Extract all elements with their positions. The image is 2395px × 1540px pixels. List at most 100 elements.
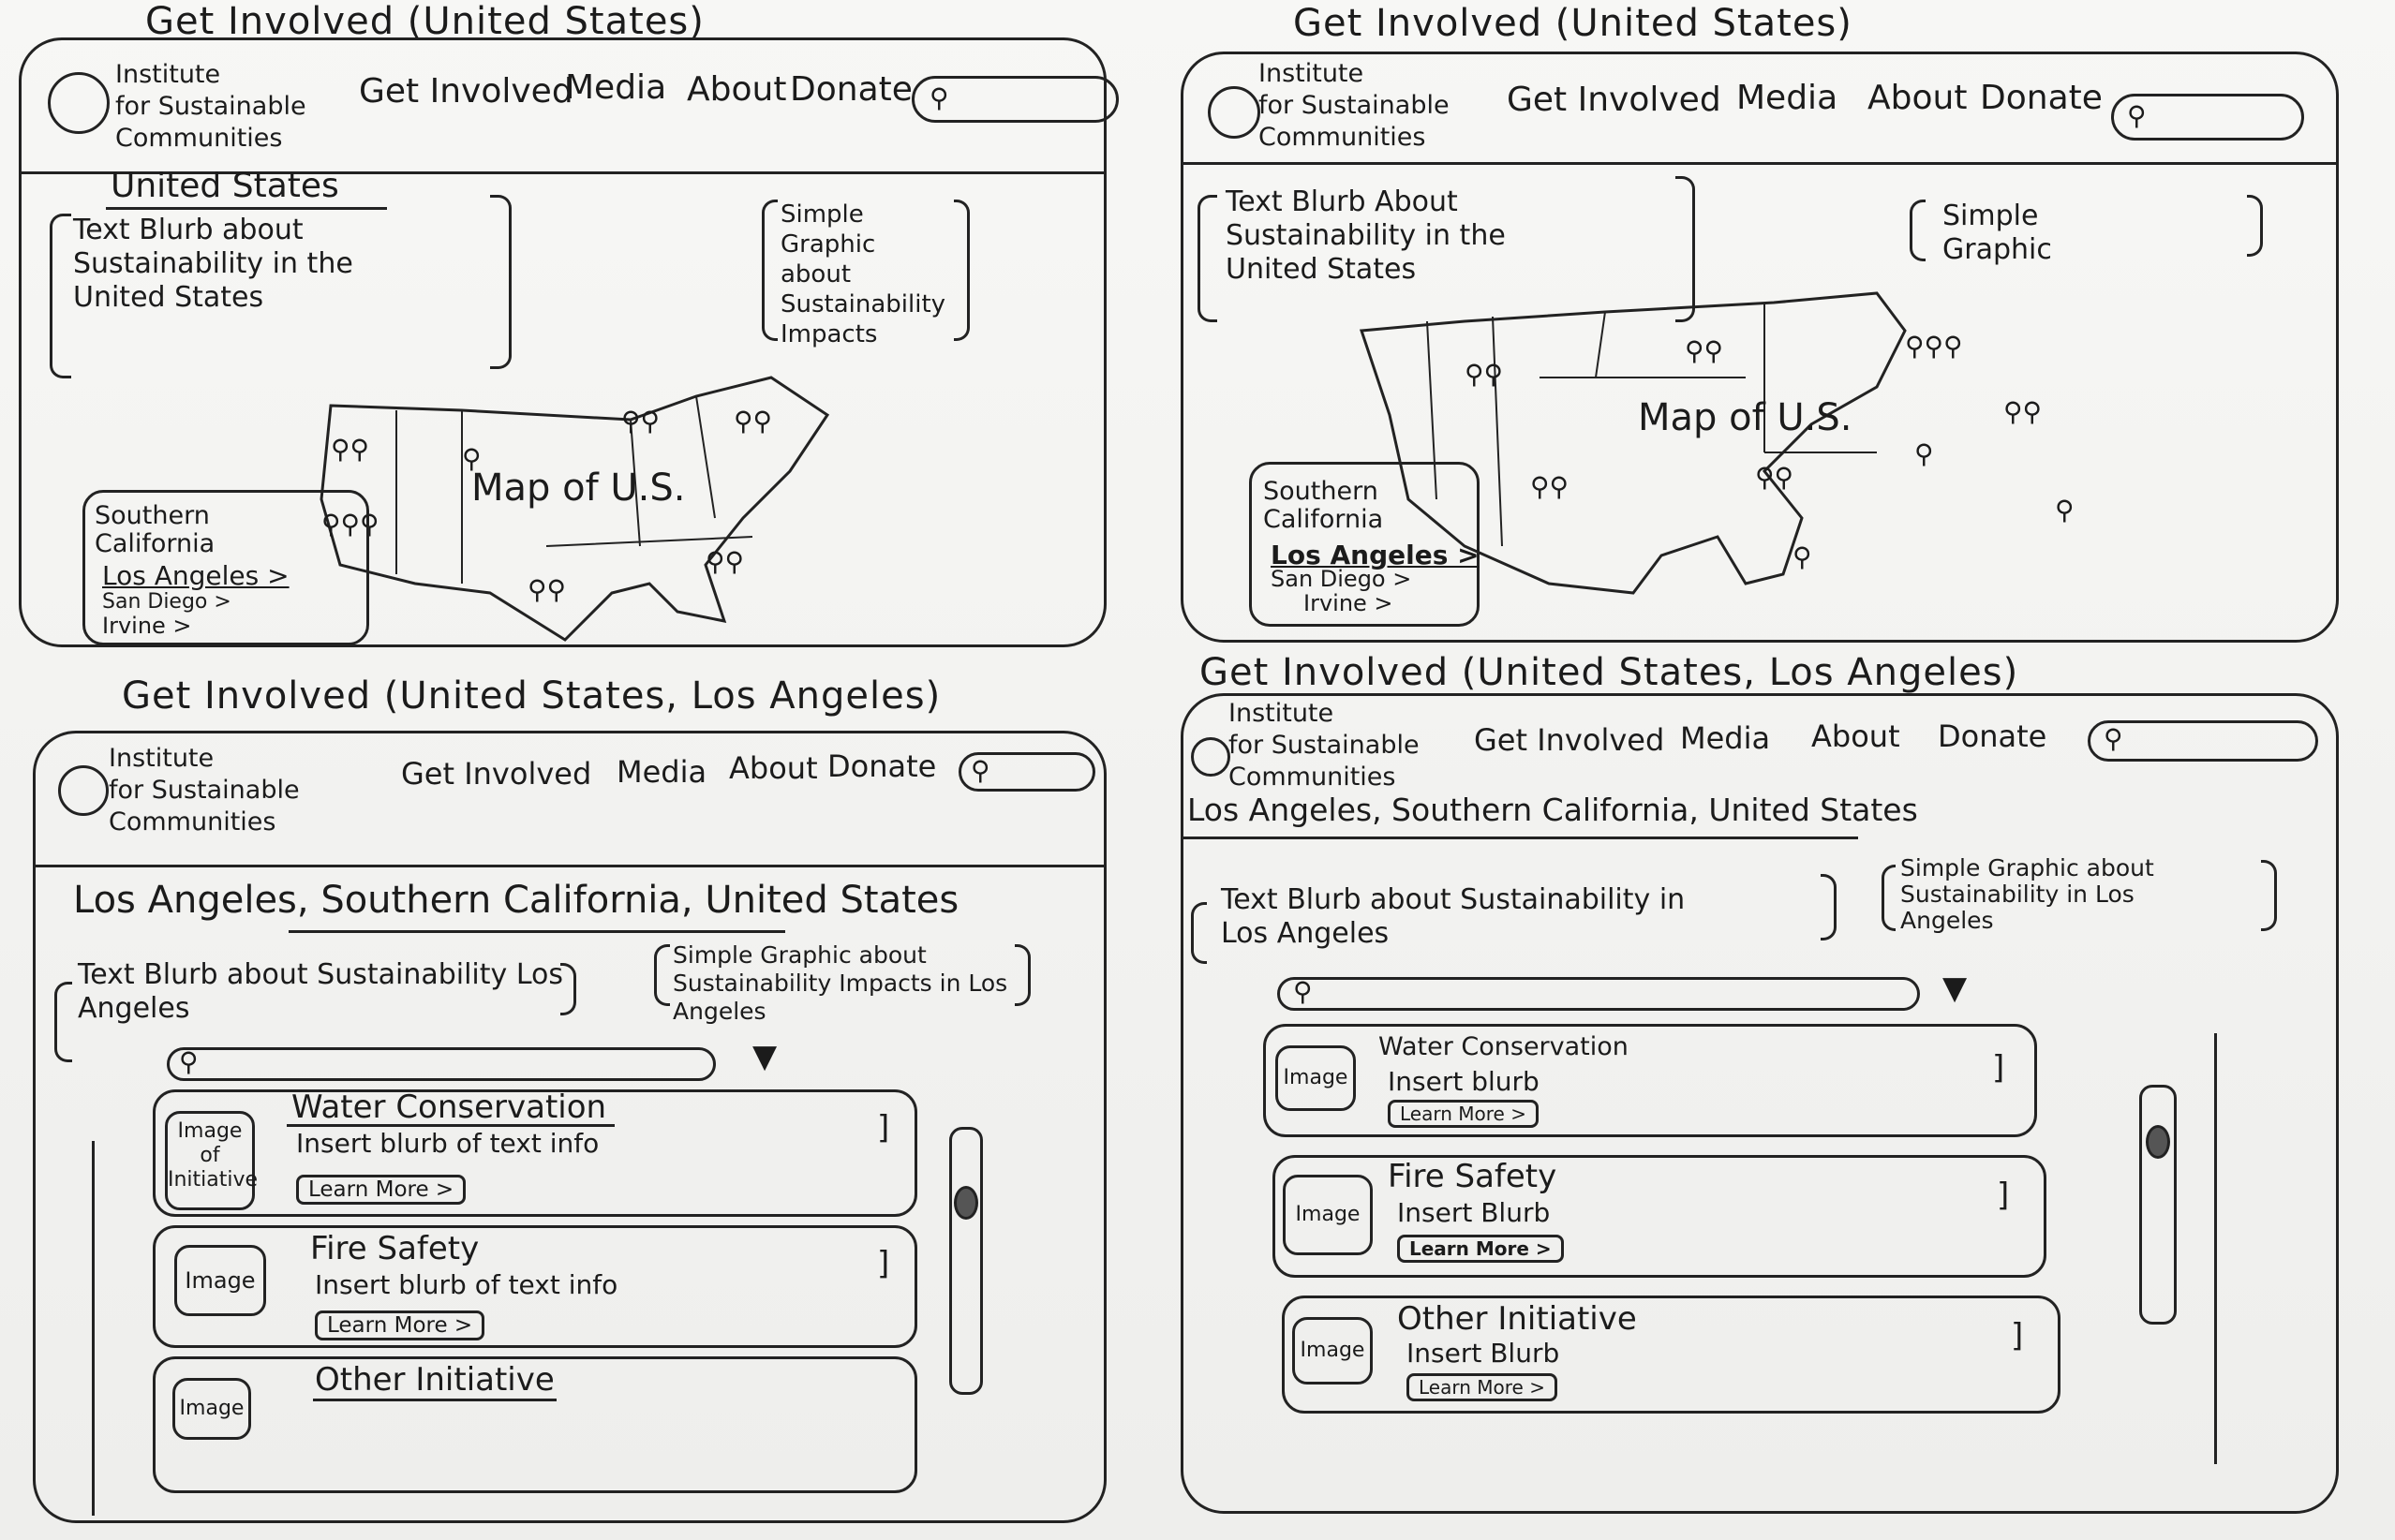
heading-underline bbox=[289, 930, 785, 933]
initiative-blurb: Insert blurb of text info bbox=[315, 1269, 618, 1300]
page-heading: United States bbox=[111, 167, 339, 205]
region-title: Southern California bbox=[1263, 477, 1384, 534]
nav-about[interactable]: About bbox=[1867, 79, 1967, 117]
nav-media[interactable]: Media bbox=[1736, 79, 1837, 117]
map-pin-icon[interactable]: ⚲⚲ bbox=[528, 574, 566, 605]
nav-about[interactable]: About bbox=[687, 70, 786, 109]
search-icon: ⚲ bbox=[2104, 723, 2123, 754]
initiative-title[interactable]: Water Conservation bbox=[291, 1088, 606, 1126]
region-link-irvine[interactable]: Irvine > bbox=[1303, 590, 1393, 616]
org-name[interactable]: Institute for Sustainable Communities bbox=[1258, 58, 1450, 154]
filter-icon[interactable]: ▼ bbox=[1942, 970, 1967, 1007]
search-input[interactable]: ⚲ bbox=[2088, 720, 2318, 762]
nav-media[interactable]: Media bbox=[1680, 720, 1770, 756]
initiative-card[interactable]: Image Fire Safety Insert blurb of text i… bbox=[153, 1225, 917, 1348]
map-pin-icon[interactable]: ⚲⚲ bbox=[706, 546, 744, 577]
graphic-bracket-left bbox=[654, 944, 670, 1006]
org-name[interactable]: Institute for Sustainable Communities bbox=[109, 743, 300, 838]
nav-about[interactable]: About bbox=[1811, 718, 1900, 754]
learn-more-link[interactable]: Learn More > bbox=[315, 1310, 485, 1340]
map-pin-icon[interactable]: ⚲⚲ bbox=[734, 406, 772, 437]
filter-icon[interactable]: ▼ bbox=[752, 1038, 777, 1075]
nav-donate[interactable]: Donate bbox=[1938, 718, 2046, 754]
card-end-bracket: ] bbox=[1992, 1049, 2005, 1087]
search-input[interactable]: ⚲ bbox=[959, 752, 1095, 792]
map-pin-icon[interactable]: ⚲⚲ bbox=[1755, 462, 1793, 493]
org-name[interactable]: Institute for Sustainable Communities bbox=[1228, 698, 1420, 793]
map-pin-icon[interactable]: ⚲ bbox=[462, 443, 482, 474]
card-end-bracket: ] bbox=[1997, 1177, 2010, 1214]
initiative-blurb: Insert blurb of text info bbox=[296, 1128, 600, 1159]
globe-logo-icon[interactable] bbox=[1208, 86, 1260, 139]
search-input[interactable]: ⚲ bbox=[2111, 94, 2304, 141]
nav-bar: Institute for Sustainable Communities Get … bbox=[22, 40, 1119, 174]
nav-about[interactable]: About bbox=[729, 750, 818, 786]
initiative-card[interactable]: Image Water Conservation Insert blurb Le… bbox=[1263, 1024, 2037, 1137]
map-pin-icon[interactable]: ⚲ bbox=[2055, 495, 2075, 526]
globe-logo-icon[interactable] bbox=[58, 765, 109, 816]
region-link-irvine[interactable]: Irvine > bbox=[102, 613, 192, 639]
initiative-image: Image bbox=[1275, 1045, 1356, 1111]
nav-media[interactable]: Media bbox=[617, 754, 707, 790]
initiatives-search-input[interactable]: ⚲ bbox=[1277, 976, 1920, 1011]
initiative-title[interactable]: Fire Safety bbox=[310, 1230, 479, 1267]
nav-donate[interactable]: Donate bbox=[1980, 79, 2103, 117]
map-pin-icon[interactable]: ⚲ bbox=[1914, 438, 1934, 469]
nav-donate[interactable]: Donate bbox=[827, 748, 936, 784]
initiative-image: Image bbox=[172, 1378, 251, 1440]
simple-graphic: Simple Graphic about Sustainability in L… bbox=[1900, 854, 2154, 934]
search-icon: ⚲ bbox=[2127, 100, 2147, 131]
initiative-card[interactable]: Image of Initiative Water Conservation I… bbox=[153, 1088, 917, 1217]
region-link-san-diego[interactable]: San Diego > bbox=[102, 590, 231, 614]
nav-get-involved[interactable]: Get Involved bbox=[401, 756, 591, 792]
title-underline bbox=[313, 1399, 557, 1401]
initiative-title[interactable]: Other Initiative bbox=[315, 1361, 555, 1399]
globe-logo-icon[interactable] bbox=[1191, 737, 1230, 777]
map-pin-icon[interactable]: ⚲⚲ bbox=[2003, 396, 2042, 427]
map-pin-icon[interactable]: ⚲⚲ bbox=[621, 406, 660, 437]
initiative-image: Image bbox=[174, 1245, 266, 1316]
nav-get-involved[interactable]: Get Involved bbox=[359, 72, 573, 111]
map-pin-icon[interactable]: ⚲ bbox=[1793, 541, 1812, 572]
map-pin-icon[interactable]: ⚲⚲ bbox=[1465, 359, 1503, 390]
map-pin-icon[interactable]: ⚲⚲ bbox=[331, 434, 369, 465]
sketch-title: Get Involved (United States, Los Angeles… bbox=[122, 674, 942, 718]
nav-donate[interactable]: Donate bbox=[790, 70, 913, 109]
card-end-bracket: ] bbox=[2011, 1317, 2024, 1355]
blurb-bracket-left bbox=[1191, 902, 1207, 964]
initiative-title[interactable]: Other Initiative bbox=[1397, 1300, 1637, 1338]
sketch-la-v1: Get Involved (United States, Los Angeles… bbox=[0, 656, 1162, 1540]
nav-media[interactable]: Media bbox=[565, 68, 666, 107]
nav-bar: Institute for Sustainable Communities Get … bbox=[36, 733, 1104, 841]
initiative-title[interactable]: Fire Safety bbox=[1388, 1158, 1556, 1195]
region-link-san-diego[interactable]: San Diego > bbox=[1271, 566, 1411, 592]
initiative-image: Image bbox=[1283, 1175, 1373, 1255]
initiative-card[interactable]: Image Other Initiative bbox=[153, 1356, 917, 1493]
nav-get-involved[interactable]: Get Involved bbox=[1507, 81, 1721, 119]
org-name[interactable]: Institute for Sustainable Communities bbox=[115, 59, 306, 155]
search-input[interactable]: ⚲ bbox=[912, 76, 1119, 123]
learn-more-link[interactable]: Learn More > bbox=[1406, 1373, 1557, 1401]
initiative-card[interactable]: Image Other Initiative Insert Blurb Lear… bbox=[1282, 1296, 2060, 1414]
initiatives-search-input[interactable]: ⚲ bbox=[167, 1046, 716, 1081]
title-underline bbox=[287, 1124, 615, 1127]
simple-graphic: Simple Graphic bbox=[1942, 200, 2052, 266]
simple-graphic: Simple Graphic about Sustainability Impa… bbox=[781, 200, 946, 348]
page-heading: Los Angeles, Southern California, United… bbox=[1187, 792, 1918, 828]
scrollbar[interactable] bbox=[2139, 1085, 2177, 1325]
region-link-los-angeles[interactable]: Los Angeles > bbox=[102, 560, 290, 591]
scrollbar[interactable] bbox=[949, 1127, 983, 1395]
nav-get-involved[interactable]: Get Involved bbox=[1474, 722, 1664, 758]
learn-more-link[interactable]: Learn More > bbox=[1397, 1235, 1564, 1263]
scrollbar-thumb[interactable] bbox=[954, 1186, 978, 1220]
scrollbar-thumb[interactable] bbox=[2146, 1125, 2170, 1159]
learn-more-link[interactable]: Learn More > bbox=[296, 1175, 467, 1205]
map-pin-icon[interactable]: ⚲⚲ bbox=[1685, 335, 1723, 366]
map-pin-icon[interactable]: ⚲⚲⚲ bbox=[1905, 331, 1963, 362]
map-pin-icon[interactable]: ⚲⚲ bbox=[1530, 471, 1569, 502]
initiative-card[interactable]: Image Fire Safety Insert Blurb Learn Mor… bbox=[1272, 1155, 2046, 1278]
sketch-us-v1: Get Involved (United States) Institute fo… bbox=[0, 0, 1162, 656]
globe-logo-icon[interactable] bbox=[48, 72, 110, 134]
learn-more-link[interactable]: Learn More > bbox=[1388, 1100, 1539, 1128]
initiative-title[interactable]: Water Conservation bbox=[1378, 1032, 1629, 1061]
